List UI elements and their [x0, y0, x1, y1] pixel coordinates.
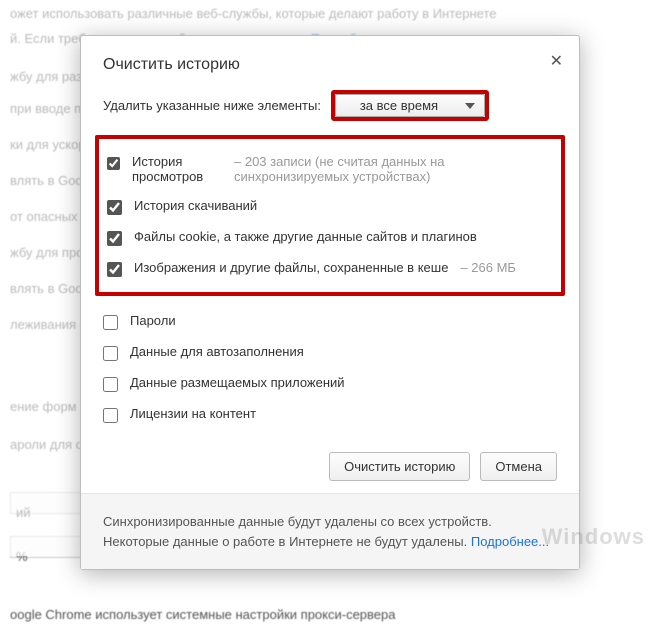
checkbox-licenses[interactable]: [103, 408, 118, 423]
note-more-link[interactable]: Подробнее...: [471, 534, 549, 549]
option-passwords: Пароли: [103, 306, 557, 337]
option-label: Лицензии на контент: [130, 406, 256, 421]
checkbox-autofill[interactable]: [103, 346, 118, 361]
option-label: Изображения и другие файлы, сохраненные …: [134, 260, 448, 275]
close-icon[interactable]: ✕: [550, 54, 563, 70]
clear-history-dialog: Очистить историю ✕ Удалить указанные ниж…: [80, 35, 580, 570]
delete-elements-label: Удалить указанные ниже элементы:: [103, 98, 321, 113]
checkbox-cookies[interactable]: [107, 231, 122, 246]
option-licenses: Лицензии на контент: [103, 399, 557, 430]
option-extra: – 266 МБ: [460, 260, 516, 275]
option-autofill: Данные для автозаполнения: [103, 337, 557, 368]
clear-history-button[interactable]: Очистить историю: [329, 452, 470, 481]
checkbox-cached-images[interactable]: [107, 262, 122, 277]
time-range-highlight: за все время: [331, 90, 489, 121]
option-label: История скачиваний: [134, 198, 257, 213]
option-extra: – 203 записи (не считая данных на синхро…: [234, 154, 553, 184]
option-label: Данные для автозаполнения: [130, 344, 304, 359]
option-label: Файлы cookie, а также другие данные сайт…: [134, 229, 477, 244]
checkbox-hosted-apps[interactable]: [103, 377, 118, 392]
option-label: История просмотров: [132, 154, 222, 184]
checkbox-browsing-history[interactable]: [107, 156, 120, 171]
dialog-title: Очистить историю: [103, 56, 557, 74]
dialog-footer-note: Синхронизированные данные будут удалены …: [81, 493, 579, 569]
checkbox-download-history[interactable]: [107, 200, 122, 215]
time-range-select[interactable]: за все время: [335, 94, 485, 117]
option-label: Пароли: [130, 313, 176, 328]
option-cached-images: Изображения и другие файлы, сохраненные …: [107, 253, 553, 284]
cancel-button[interactable]: Отмена: [480, 452, 557, 481]
option-hosted-apps: Данные размещаемых приложений: [103, 368, 557, 399]
primary-options-highlight: История просмотров – 203 записи (не счит…: [95, 135, 565, 296]
option-download-history: История скачиваний: [107, 191, 553, 222]
option-cookies: Файлы cookie, а также другие данные сайт…: [107, 222, 553, 253]
option-label: Данные размещаемых приложений: [130, 375, 345, 390]
checkbox-passwords[interactable]: [103, 315, 118, 330]
option-browsing-history: История просмотров – 203 записи (не счит…: [107, 147, 553, 191]
